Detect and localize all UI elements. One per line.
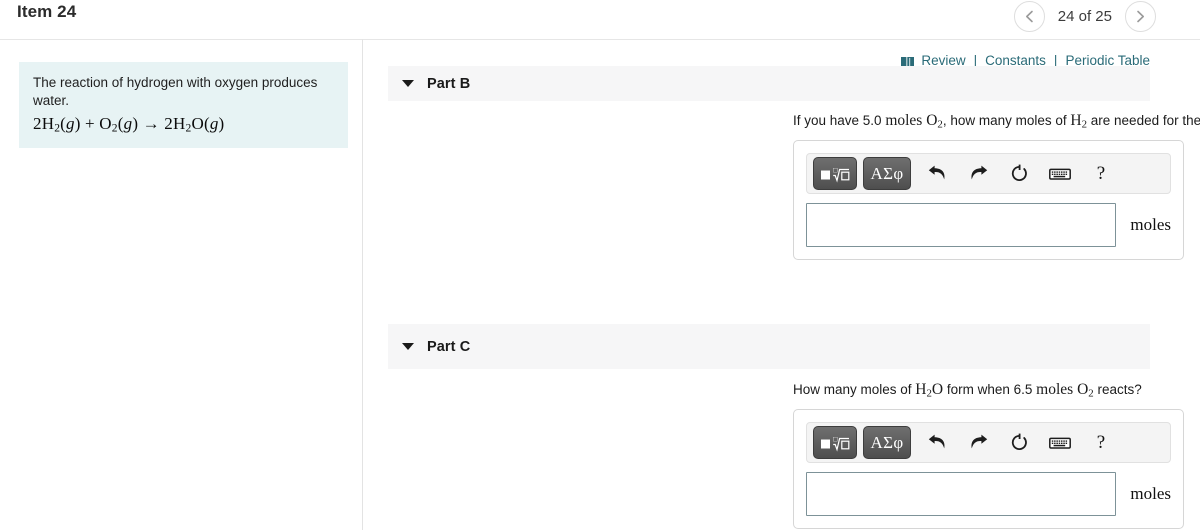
part-title-c: Part C: [427, 338, 471, 355]
caret-down-icon-c[interactable]: [402, 343, 414, 350]
keyboard-button-c[interactable]: [1043, 426, 1077, 459]
pager-label: 24 of 25: [1057, 8, 1112, 25]
question-c-prefix: How many moles of: [793, 382, 916, 397]
question-c-mid: form when 6.5: [943, 382, 1037, 397]
keyboard-button-b[interactable]: [1043, 157, 1077, 190]
chevron-right-icon: [1137, 10, 1144, 23]
top-header: Item 24 24 of 25: [0, 0, 1200, 39]
caret-down-icon-b[interactable]: [402, 80, 414, 87]
math-template-icon: □: [821, 167, 850, 183]
svg-text:□: □: [833, 167, 838, 173]
page-title: Item 24: [17, 2, 77, 21]
math-template-button-b[interactable]: □: [813, 157, 857, 190]
reset-circle-icon: [1011, 164, 1027, 181]
redo-arrow-icon: [971, 165, 987, 180]
keyboard-icon: [1049, 437, 1071, 449]
question-b-prefix: If you have 5.0: [793, 113, 886, 128]
redo-button-c[interactable]: [961, 426, 995, 459]
question-c-formula-1: H: [915, 381, 927, 398]
answer-input-c[interactable]: [806, 472, 1117, 516]
redo-arrow-icon: [971, 434, 987, 449]
part-header-c[interactable]: Part C: [388, 324, 1150, 369]
question-c-formula-2: O: [1077, 381, 1089, 398]
help-button-c[interactable]: ?: [1084, 426, 1118, 459]
reset-button-b[interactable]: [1002, 157, 1036, 190]
math-toolbar-c: □ ΑΣφ ?: [806, 422, 1171, 463]
chemical-equation: 2H2(g) + O2(g) → 2H2O(g): [33, 113, 225, 135]
math-toolbar-b: □ ΑΣφ ?: [806, 153, 1171, 194]
answer-row-b: moles: [806, 203, 1171, 247]
prev-item-button[interactable]: [1013, 1, 1045, 32]
math-template-icon: □: [821, 436, 850, 452]
page-root: Item 24 24 of 25 The reaction of hydroge…: [0, 0, 1200, 530]
problem-statement-text: The reaction of hydrogen with oxygen pro…: [33, 75, 318, 108]
undo-arrow-icon: [928, 165, 944, 180]
question-b-mid: , how many moles of: [942, 113, 1071, 128]
redo-button-b[interactable]: [961, 157, 995, 190]
item-pager: 24 of 25: [1013, 1, 1156, 32]
greek-symbols-button-b[interactable]: ΑΣφ: [863, 157, 911, 190]
answer-unit-c: moles: [1130, 484, 1171, 503]
question-b-formula-2: H: [1070, 112, 1082, 129]
question-b-formula-1: O: [926, 112, 938, 129]
answer-box-b: □ ΑΣφ ? moles: [793, 140, 1184, 260]
problem-statement-box: The reaction of hydrogen with oxygen pro…: [19, 62, 348, 149]
part-title-b: Part B: [427, 75, 471, 92]
problem-panel: The reaction of hydrogen with oxygen pro…: [0, 40, 362, 530]
question-c-suffix: reacts?: [1093, 382, 1142, 397]
content-panel: Review | Constants | Periodic Table Part…: [363, 40, 1200, 530]
reset-circle-icon: [1011, 433, 1027, 450]
question-text-b: If you have 5.0 moles O2, how many moles…: [793, 112, 1200, 131]
next-item-button[interactable]: [1125, 1, 1156, 32]
question-c-formula-1-tail: O: [931, 381, 944, 398]
greek-symbols-button-c[interactable]: ΑΣφ: [863, 426, 911, 459]
keyboard-icon: [1049, 168, 1071, 180]
undo-button-c[interactable]: [920, 426, 954, 459]
math-template-button-c[interactable]: □: [813, 426, 857, 459]
undo-button-b[interactable]: [920, 157, 954, 190]
question-c-moles: moles: [1036, 381, 1074, 398]
answer-box-c: □ ΑΣφ ? moles: [793, 409, 1184, 529]
chevron-left-icon: [1025, 10, 1033, 23]
part-header-b[interactable]: Part B: [388, 66, 1150, 101]
svg-text:□: □: [833, 436, 838, 442]
answer-unit-b: moles: [1130, 215, 1171, 234]
reset-button-c[interactable]: [1002, 426, 1036, 459]
answer-input-b[interactable]: [806, 203, 1117, 247]
help-button-b[interactable]: ?: [1084, 157, 1118, 190]
question-b-suffix: are needed for the reaction?: [1090, 113, 1200, 128]
question-b-moles: moles: [885, 112, 923, 129]
question-text-c: How many moles of H2O form when 6.5 mole…: [793, 381, 1142, 400]
answer-row-c: moles: [806, 472, 1171, 516]
undo-arrow-icon: [928, 434, 944, 449]
